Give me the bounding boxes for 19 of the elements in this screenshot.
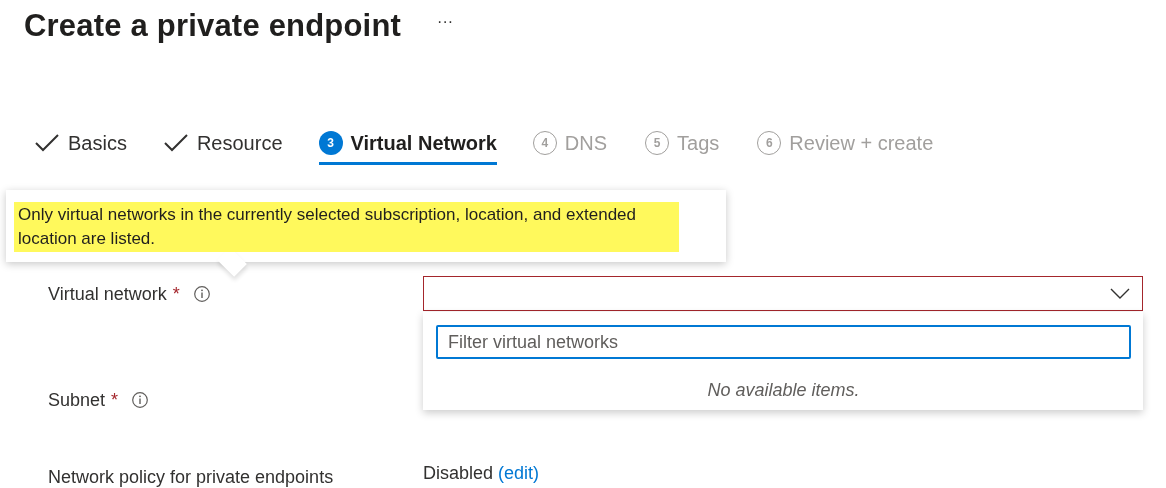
field-label: Subnet (48, 389, 106, 411)
wizard-tab[interactable]: Resource (162, 126, 283, 165)
wizard-tab[interactable]: 3 Virtual Network (318, 126, 497, 165)
dropdown-field[interactable] (423, 276, 1143, 311)
chevron-down-icon (1110, 287, 1130, 300)
wizard-tab[interactable]: Basics (34, 126, 127, 165)
page-title: Create a private endpoint (24, 8, 402, 44)
empty-message: No available items. (706, 380, 861, 401)
field-label: Network policy for private endpoints (48, 466, 334, 488)
field-label: Virtual network (48, 283, 167, 305)
filter-field[interactable]: Filter virtual networks (436, 325, 1131, 359)
required-mark: * (172, 283, 180, 305)
checkmark-icon (34, 133, 60, 153)
field-value: Disabled (423, 463, 494, 483)
more-button[interactable]: ··· (437, 13, 454, 31)
tooltip-text: Only virtual networks in the currently selected subscription, location, and extended location are listed. (14, 202, 679, 252)
edit-link[interactable]: (edit) (498, 463, 540, 483)
required-mark: * (111, 389, 119, 411)
checkmark-icon (162, 133, 189, 153)
